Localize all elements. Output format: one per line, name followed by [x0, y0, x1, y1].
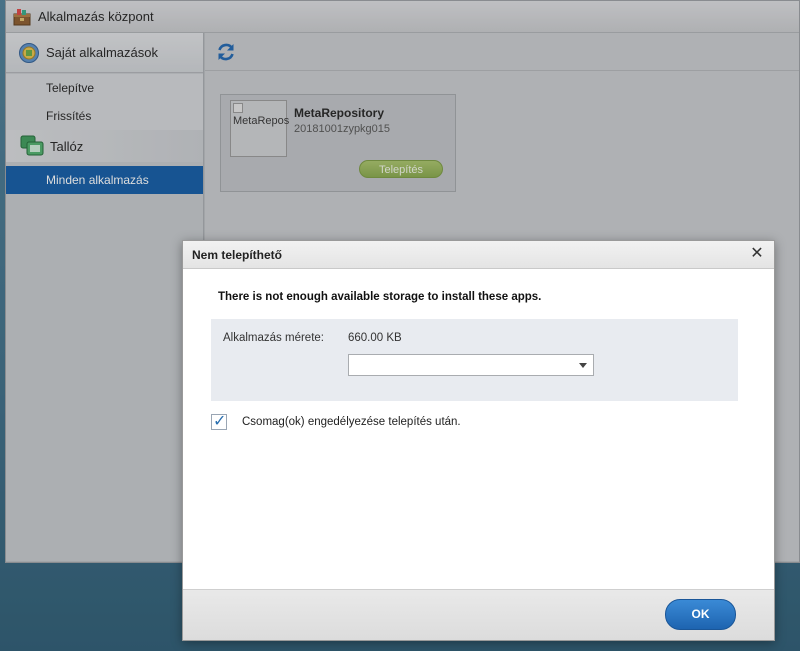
dialog-title: Nem telepíthető	[192, 247, 283, 262]
close-icon[interactable]: ✕	[750, 246, 764, 262]
enable-after-install-checkbox[interactable]: ✓	[211, 413, 227, 430]
app-size-label: Alkalmazás mérete:	[223, 332, 324, 344]
dialog-footer: OK	[183, 589, 774, 640]
chevron-down-icon	[579, 363, 587, 368]
dialog-message: There is not enough available storage to…	[218, 291, 542, 303]
checkmark-icon: ✓	[213, 413, 227, 430]
enable-after-install-row: ✓ Csomag(ok) engedélyezése telepítés utá…	[211, 413, 461, 430]
ok-button[interactable]: OK	[665, 599, 736, 630]
enable-after-install-label: Csomag(ok) engedélyezése telepítés után.	[242, 416, 461, 428]
dialog-body: There is not enough available storage to…	[183, 269, 774, 589]
info-box: Alkalmazás mérete: 660.00 KB	[211, 319, 738, 401]
app-size-value: 660.00 KB	[348, 332, 402, 344]
dialog-header: Nem telepíthető ✕	[183, 241, 774, 269]
volume-select[interactable]	[348, 354, 594, 376]
cannot-install-dialog: Nem telepíthető ✕ There is not enough av…	[182, 240, 775, 641]
